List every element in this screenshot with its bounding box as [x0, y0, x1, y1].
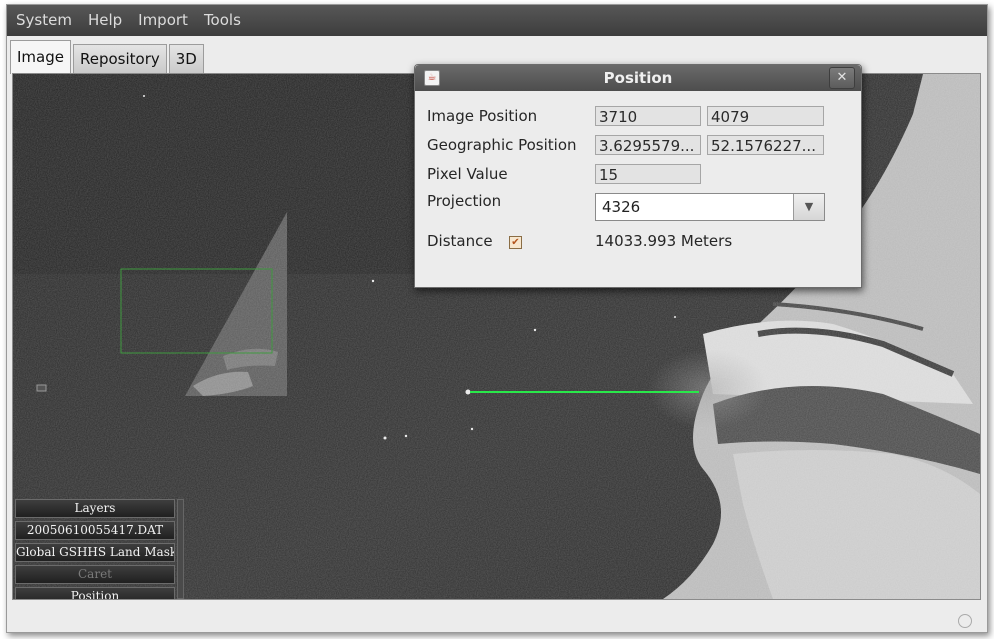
dialog-titlebar[interactable]: ☕ Position ✕	[415, 65, 861, 91]
pixel-value-label: Pixel Value	[427, 165, 508, 183]
menu-help[interactable]: Help	[80, 5, 130, 36]
tab-repository[interactable]: Repository	[72, 44, 167, 74]
projection-label: Projection	[427, 192, 502, 210]
geographic-longitude-field[interactable]: 3.6295579...	[595, 135, 701, 155]
close-button[interactable]: ✕	[829, 67, 855, 89]
projection-value: 4326	[602, 198, 641, 216]
layers-header[interactable]: Layers	[15, 499, 175, 518]
image-position-label: Image Position	[427, 107, 538, 125]
layer-land-mask[interactable]: Global GSHHS Land Mask	[15, 543, 175, 562]
status-indicator-icon	[958, 614, 972, 628]
menu-import[interactable]: Import	[130, 5, 196, 36]
map-marker-icon[interactable]	[36, 384, 47, 392]
layers-scrollbar[interactable]	[177, 499, 184, 599]
image-position-x-field[interactable]: 3710	[595, 106, 701, 126]
position-dialog: ☕ Position ✕ Image Position 3710 4079 Ge…	[414, 64, 862, 288]
tab-strip: Image Repository 3D	[10, 40, 206, 74]
layers-panel: Layers 20050610055417.DAT Global GSHHS L…	[15, 499, 184, 599]
geographic-position-label: Geographic Position	[427, 136, 577, 154]
menu-system[interactable]: System	[7, 5, 80, 36]
tab-image[interactable]: Image	[10, 40, 71, 74]
pixel-value-field[interactable]: 15	[595, 164, 701, 184]
tab-3d[interactable]: 3D	[168, 44, 204, 74]
distance-label: Distance	[427, 232, 493, 250]
dialog-title: Position	[603, 69, 673, 87]
projection-select[interactable]: 4326 ▼	[595, 193, 825, 221]
layer-caret[interactable]: Caret	[15, 565, 175, 584]
distance-value: 14033.993 Meters	[595, 232, 733, 250]
menu-bar: System Help Import Tools	[7, 5, 987, 36]
layer-position[interactable]: Position	[15, 587, 175, 599]
distance-checkbox[interactable]: ✔	[509, 236, 522, 249]
geographic-latitude-field[interactable]: 52.1576227...	[707, 135, 824, 155]
image-position-y-field[interactable]: 4079	[707, 106, 824, 126]
menu-tools[interactable]: Tools	[196, 5, 249, 36]
layer-dat-file[interactable]: 20050610055417.DAT	[15, 521, 175, 540]
chevron-down-icon[interactable]: ▼	[793, 194, 824, 220]
